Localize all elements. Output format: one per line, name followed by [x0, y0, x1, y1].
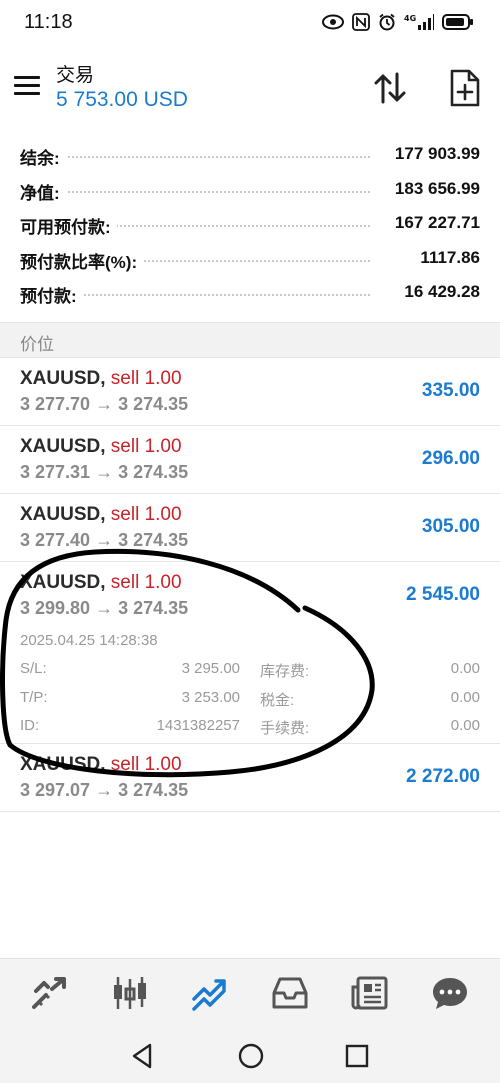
position-profit: 2 272.00 [406, 766, 480, 787]
summary-value: 16 429.28 [398, 282, 480, 302]
battery-icon [442, 12, 474, 32]
new-order-icon[interactable] [446, 68, 482, 108]
position-side: sell 1.00 [110, 504, 182, 525]
position-side: sell 1.00 [110, 368, 182, 389]
fee-label: 手续费: [260, 720, 310, 737]
position-row[interactable]: XAUUSD, sell 1.00 3 277.40 → 3 274.35 30… [0, 494, 500, 562]
status-bar: 11:18 4G [0, 0, 500, 44]
chart-icon[interactable] [108, 973, 152, 1013]
position-side: sell 1.00 [110, 436, 182, 457]
id-value: 1431382257 [156, 717, 240, 734]
position-profit: 2 545.00 [406, 584, 480, 605]
summary-row-margin-level: 预付款比率(%): 1117.86 [0, 240, 500, 275]
account-balance: 5 753.00 USD [56, 88, 188, 111]
tp-value: 3 253.00 [181, 689, 240, 706]
summary-value: 183 656.99 [388, 178, 480, 199]
tax-value: 0.00 [450, 689, 480, 706]
position-prices: 3 297.07 → 3 274.35 [20, 780, 189, 800]
swap-label: 库存费: [260, 663, 310, 680]
quotes-icon[interactable] [28, 973, 72, 1013]
summary-label: 净值: [20, 178, 66, 204]
position-profit: 335.00 [421, 380, 480, 401]
fee-value: 0.00 [450, 717, 480, 734]
position-profit: 296.00 [421, 448, 480, 469]
back-icon[interactable] [128, 1042, 158, 1070]
summary-value: 1117.86 [414, 247, 480, 268]
position-side: sell 1.00 [110, 572, 182, 593]
nfc-icon [352, 12, 370, 32]
summary-label: 可用预付款: [20, 213, 117, 238]
section-title: 价位 [20, 335, 54, 354]
alarm-icon [378, 12, 396, 32]
messages-icon[interactable] [428, 973, 472, 1013]
tax-label: 税金: [260, 692, 295, 709]
summary-row-free-margin: 可用预付款: 167 227.71 [0, 205, 500, 240]
summary-value: 177 903.99 [388, 144, 480, 164]
summary-label: 预付款: [20, 282, 83, 307]
position-row[interactable]: XAUUSD, sell 1.00 3 277.70 → 3 274.35 33… [0, 358, 500, 426]
position-row-expanded[interactable]: XAUUSD, sell 1.00 3 299.80 → 3 274.35 2 … [0, 562, 500, 744]
section-header-positions: 价位 [0, 322, 500, 358]
position-prices: 3 299.80 → 3 274.35 [20, 598, 189, 618]
recents-icon[interactable] [342, 1042, 372, 1070]
position-open-time: 2025.04.25 14:28:38 [20, 632, 158, 649]
position-symbol: XAUUSD, sell 1.00 [20, 572, 182, 593]
summary-value: 167 227.71 [388, 213, 480, 233]
position-side: sell 1.00 [110, 754, 182, 775]
summary-label: 预付款比率(%): [20, 247, 144, 273]
positions-list: XAUUSD, sell 1.00 3 277.70 → 3 274.35 33… [0, 358, 500, 812]
page-title: 交易 [56, 65, 95, 86]
home-icon[interactable] [236, 1042, 266, 1070]
sl-value: 3 295.00 [181, 660, 240, 677]
id-label: ID: [20, 717, 40, 734]
position-prices: 3 277.70 → 3 274.35 [20, 394, 189, 414]
summary-row-balance: 结余: 177 903.99 [0, 136, 500, 171]
position-symbol: XAUUSD, sell 1.00 [20, 368, 182, 389]
tp-label: T/P: [20, 689, 48, 706]
menu-icon[interactable] [14, 74, 42, 98]
sl-label: S/L: [20, 660, 47, 677]
swap-value: 0.00 [450, 660, 480, 677]
position-prices: 3 277.31 → 3 274.35 [20, 462, 189, 482]
summary-row-equity: 净值: 183 656.99 [0, 171, 500, 206]
svg-text:4G: 4G [404, 14, 416, 23]
trade-icon[interactable] [188, 973, 232, 1013]
news-icon[interactable] [348, 973, 392, 1013]
position-symbol: XAUUSD, sell 1.00 [20, 436, 182, 457]
status-icons: 4G [322, 12, 474, 32]
position-profit: 305.00 [421, 516, 480, 537]
bottom-nav [0, 958, 500, 1028]
signal-4g-icon: 4G [404, 12, 434, 32]
position-prices: 3 277.40 → 3 274.35 [20, 530, 189, 550]
sort-icon[interactable] [370, 68, 412, 108]
eye-icon [322, 12, 344, 32]
position-symbol: XAUUSD, sell 1.00 [20, 754, 182, 775]
position-row[interactable]: XAUUSD, sell 1.00 3 277.31 → 3 274.35 29… [0, 426, 500, 494]
system-nav [0, 1028, 500, 1083]
summary-row-margin: 预付款: 16 429.28 [0, 274, 500, 309]
app-header: 交易 5 753.00 USD [0, 44, 500, 126]
status-time: 11:18 [24, 11, 73, 33]
account-summary: 结余: 177 903.99 净值: 183 656.99 可用预付款: 167… [0, 136, 500, 309]
history-icon[interactable] [268, 973, 312, 1013]
position-symbol: XAUUSD, sell 1.00 [20, 504, 182, 525]
position-row[interactable]: XAUUSD, sell 1.00 3 297.07 → 3 274.35 2 … [0, 744, 500, 812]
summary-label: 结余: [20, 144, 66, 169]
